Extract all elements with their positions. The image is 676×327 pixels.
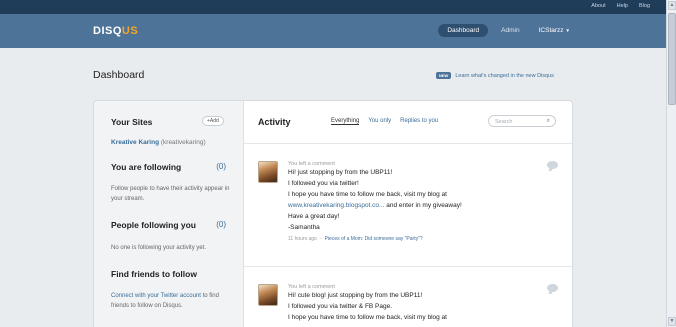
tab-replies[interactable]: Replies to you xyxy=(400,118,438,125)
comment-bubble-icon[interactable] xyxy=(547,161,558,169)
activity-tabs: Everything You only Replies to you xyxy=(331,118,438,125)
find-friends-heading: Find friends to follow xyxy=(111,269,197,279)
help-link[interactable]: Help xyxy=(617,3,628,9)
following-count: (0) xyxy=(216,162,226,171)
divider xyxy=(244,143,572,144)
connect-text: Connect with your Twitter account to fin… xyxy=(111,292,233,311)
dashboard-card: Your Sites +Add Kreative Karing (kreativ… xyxy=(93,100,573,327)
comment-line-rest: and enter in my giveaway! xyxy=(384,202,462,209)
activity-title: Activity xyxy=(258,117,291,127)
following-heading: You are following xyxy=(111,162,182,172)
followers-count: (0) xyxy=(216,220,226,229)
site-name[interactable]: Kreative Karing xyxy=(111,139,159,146)
news-banner: NEW Learn what's changed in the new Disq… xyxy=(436,72,554,79)
divider xyxy=(244,266,572,267)
comment-line: -Samantha xyxy=(288,224,320,231)
blog-link[interactable]: Blog xyxy=(639,3,650,9)
main-nav: Dashboard Admin ICStarzz ▼ xyxy=(438,24,576,37)
site-shortname: (kreativekaring) xyxy=(160,139,206,146)
blog-link[interactable]: www.kreativekaring.blogspot.co... xyxy=(288,202,384,209)
thread-link[interactable]: Pieces of a Mom: Did someone say "Party"… xyxy=(325,236,423,242)
scroll-thumb[interactable] xyxy=(668,13,676,105)
header: DISQUS Dashboard Admin ICStarzz ▼ xyxy=(0,14,666,48)
scrollbar[interactable]: ▲ ▼ xyxy=(666,0,676,327)
following-text: Follow people to have their activity app… xyxy=(111,186,230,202)
comment-meta: 11 hours ago ▫ Pieces of a Mom: Did someon… xyxy=(288,236,548,242)
comment-line: Have a great day! xyxy=(288,213,340,220)
comment-line: Hi! cute blog! just stopping by from the… xyxy=(288,292,423,299)
followers-heading: People following you xyxy=(111,220,196,230)
about-link[interactable]: About xyxy=(591,3,605,9)
scroll-down-icon[interactable]: ▼ xyxy=(668,317,676,326)
page-title: Dashboard xyxy=(93,69,145,81)
user-menu[interactable]: ICStarzz ▼ xyxy=(533,24,576,37)
comment-time[interactable]: 11 hours ago xyxy=(288,236,317,242)
search-input[interactable]: Search ⌕ xyxy=(488,115,556,127)
new-badge: NEW xyxy=(436,72,452,79)
comment-line: I hope you have time to follow me back, … xyxy=(288,191,447,198)
add-site-button[interactable]: +Add xyxy=(202,116,224,126)
logo-accent: US xyxy=(121,25,139,37)
whats-new-link[interactable]: Learn what's changed in the new Disqus xyxy=(455,73,554,79)
comment-line-with-link: www.kreativekaring.blogspot.co... and en… xyxy=(288,200,548,211)
your-sites-heading: Your Sites xyxy=(111,117,153,127)
activity-panel: Activity Everything You only Replies to … xyxy=(244,101,572,327)
tab-you-only[interactable]: You only xyxy=(368,118,391,125)
comment-line: I followed you via twitter! xyxy=(288,180,359,187)
tab-everything[interactable]: Everything xyxy=(331,118,360,125)
site-item[interactable]: Kreative Karing (kreativekaring) xyxy=(111,139,206,146)
followers-text: No one is following your activity yet. xyxy=(111,245,207,251)
nav-admin[interactable]: Admin xyxy=(492,24,528,37)
search-icon[interactable]: ⌕ xyxy=(547,118,550,125)
user-name: ICStarzz xyxy=(538,27,564,34)
connect-twitter-link[interactable]: Connect with your Twitter account xyxy=(111,293,201,299)
caret-down-icon: ▼ xyxy=(565,28,570,33)
scroll-up-icon[interactable]: ▲ xyxy=(668,1,676,10)
comment-body: You left a comment Hi! cute blog! just s… xyxy=(288,284,548,323)
bullet-icon: ▫ xyxy=(319,236,322,242)
comment-body: You left a comment Hi! just stopping by … xyxy=(288,161,548,242)
disqus-logo[interactable]: DISQUS xyxy=(93,25,138,37)
avatar[interactable] xyxy=(258,161,278,183)
logo-text: DISQ xyxy=(93,25,122,37)
nav-dashboard[interactable]: Dashboard xyxy=(438,24,489,37)
comment-line: I hope you have time to follow me back, … xyxy=(288,314,447,321)
avatar[interactable] xyxy=(258,284,278,306)
top-links: About Help Blog xyxy=(591,3,650,9)
comment-bubble-icon[interactable] xyxy=(547,284,558,292)
comment-line: Hi! just stopping by from the UBP11! xyxy=(288,169,393,176)
top-bar: About Help Blog xyxy=(0,0,666,14)
comment-line: I followed you via twitter & FB Page. xyxy=(288,303,393,310)
search-placeholder: Search xyxy=(495,118,513,125)
sidebar: Your Sites +Add Kreative Karing (kreativ… xyxy=(94,101,244,327)
